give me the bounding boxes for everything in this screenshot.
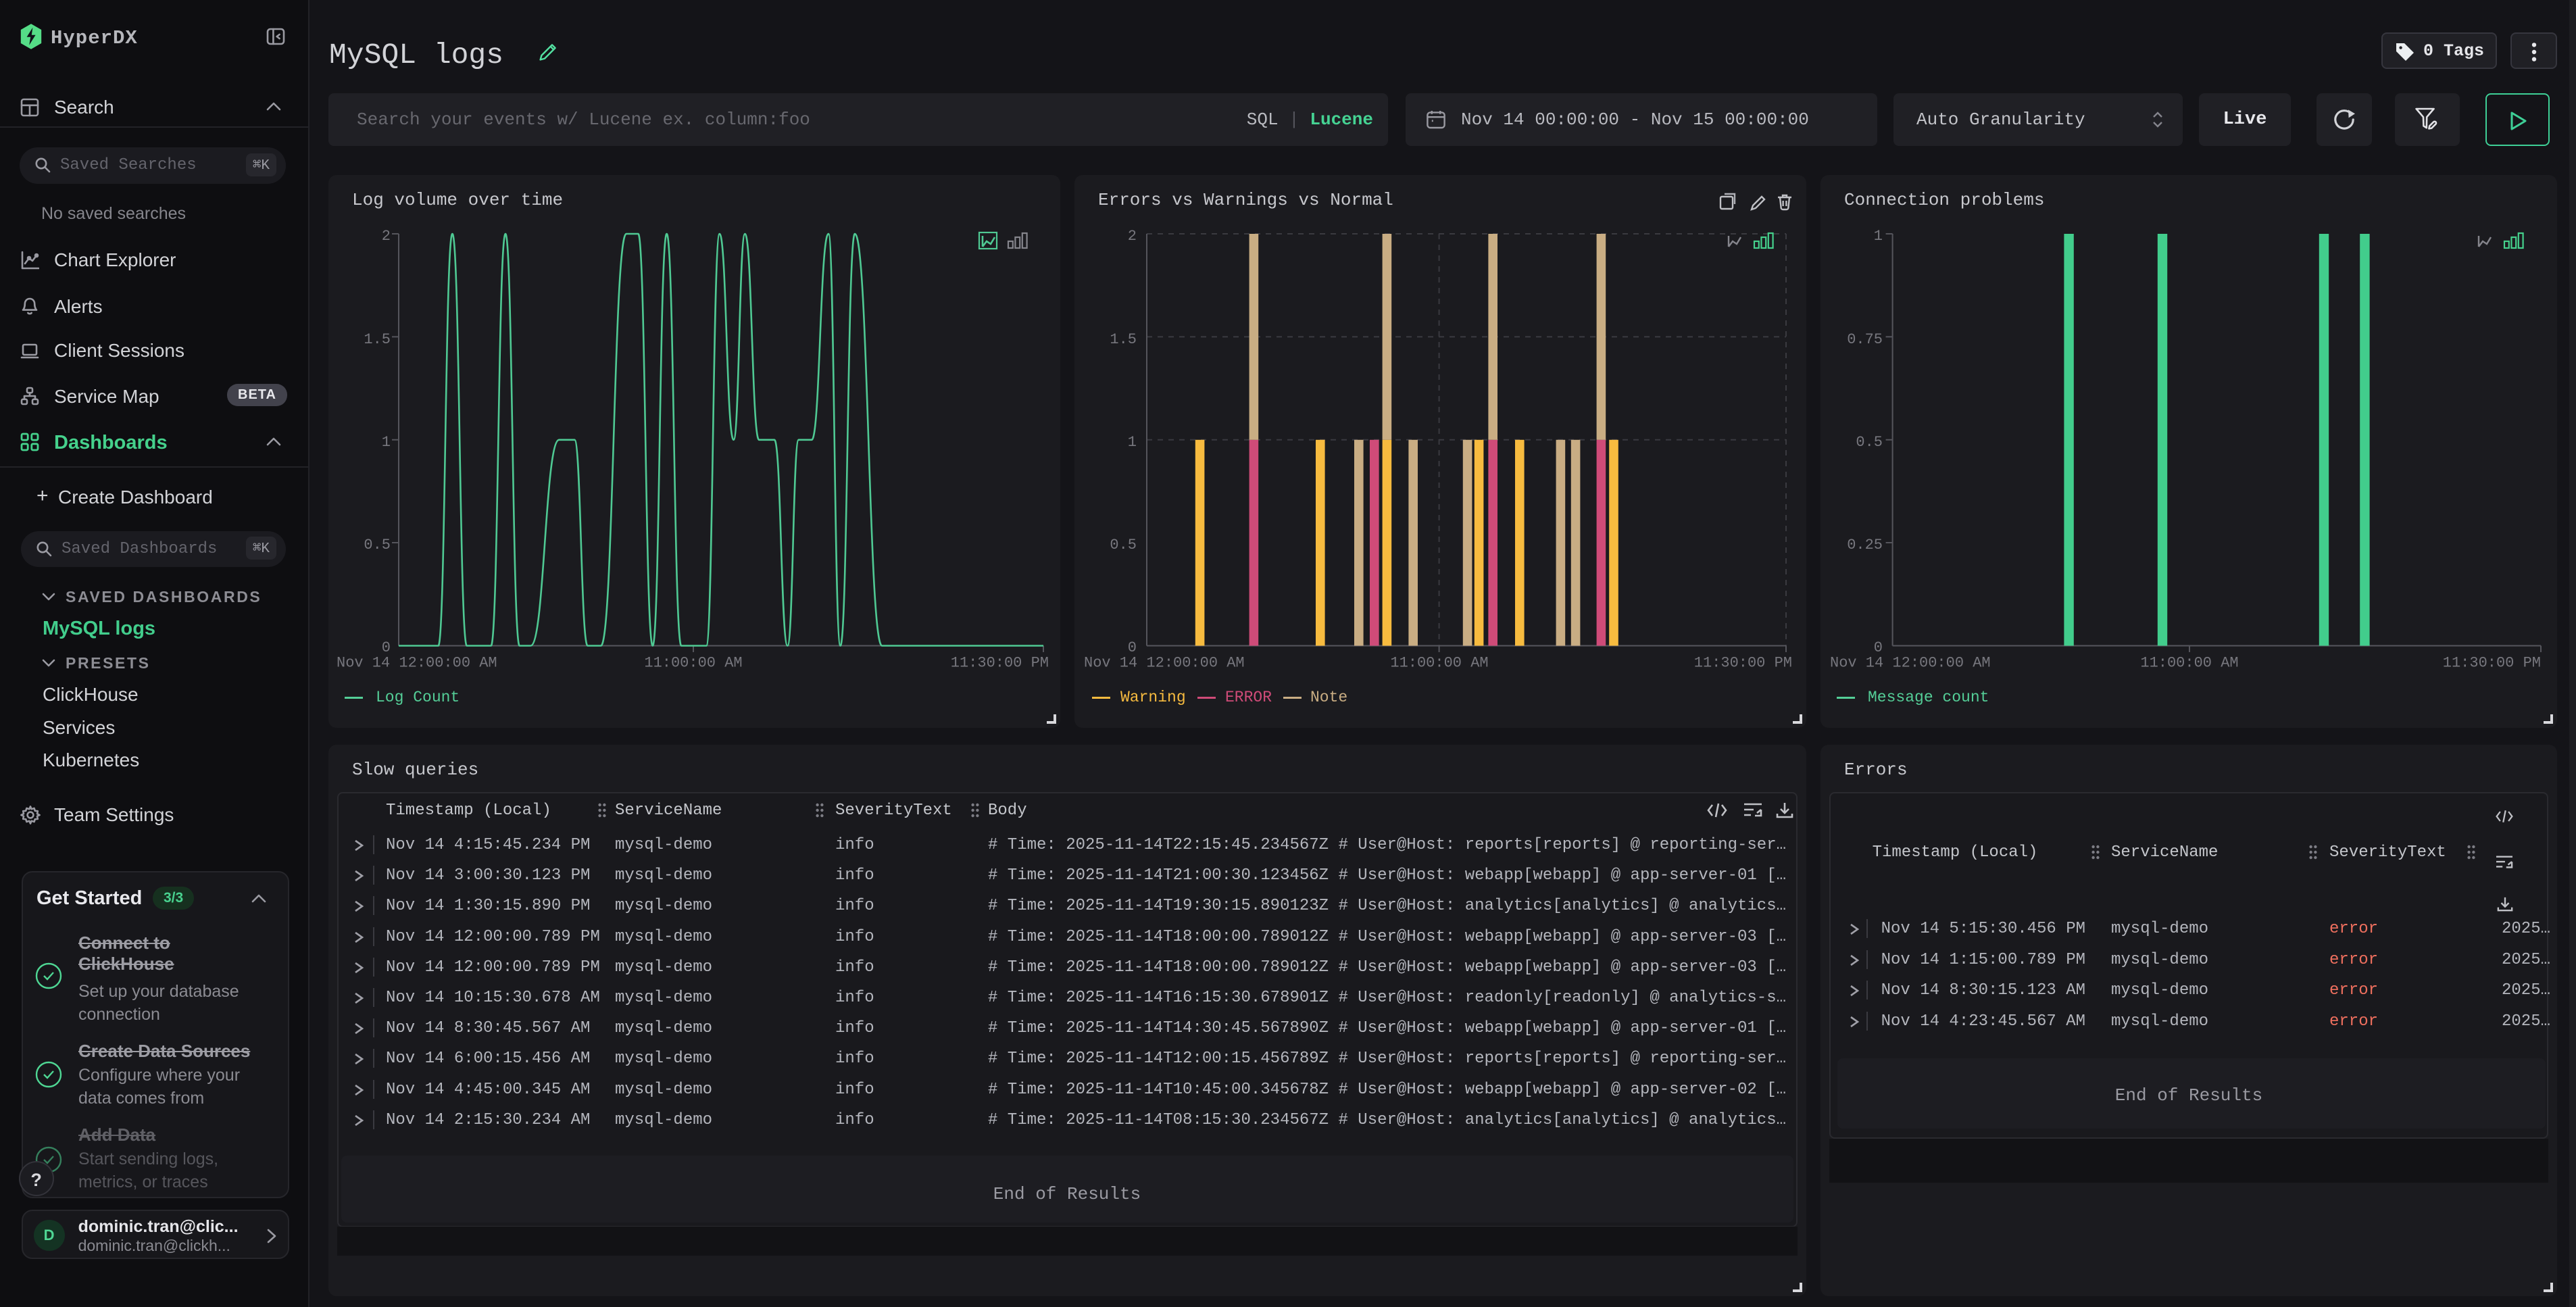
svg-text:0.5: 0.5 — [364, 537, 391, 553]
svg-text:2: 2 — [1128, 228, 1137, 245]
svg-text:1: 1 — [382, 434, 391, 451]
svg-text:0: 0 — [382, 639, 391, 656]
svg-text:0: 0 — [1874, 639, 1883, 656]
svg-text:11:00:00 AM: 11:00:00 AM — [1390, 654, 1488, 671]
svg-text:Nov 14 12:00:00 AM: Nov 14 12:00:00 AM — [1084, 654, 1245, 671]
svg-text:0.75: 0.75 — [1847, 331, 1883, 348]
svg-text:Nov 14 12:00:00 AM: Nov 14 12:00:00 AM — [1830, 654, 1991, 671]
svg-text:1.5: 1.5 — [1110, 331, 1137, 348]
svg-text:11:30:00 PM: 11:30:00 PM — [2443, 654, 2541, 671]
svg-text:11:30:00 PM: 11:30:00 PM — [951, 654, 1049, 671]
svg-text:0.5: 0.5 — [1110, 537, 1137, 553]
svg-text:11:30:00 PM: 11:30:00 PM — [1694, 654, 1792, 671]
svg-text:11:00:00 AM: 11:00:00 AM — [2140, 654, 2238, 671]
svg-text:1: 1 — [1128, 434, 1137, 451]
svg-text:11:00:00 AM: 11:00:00 AM — [644, 654, 742, 671]
svg-text:0: 0 — [1128, 639, 1137, 656]
svg-text:Nov 14 12:00:00 AM: Nov 14 12:00:00 AM — [337, 654, 497, 671]
svg-text:0.5: 0.5 — [1856, 434, 1883, 451]
svg-text:0.25: 0.25 — [1847, 537, 1883, 553]
svg-text:1.5: 1.5 — [364, 331, 391, 348]
svg-text:2: 2 — [382, 228, 391, 245]
svg-text:1: 1 — [1874, 228, 1883, 245]
